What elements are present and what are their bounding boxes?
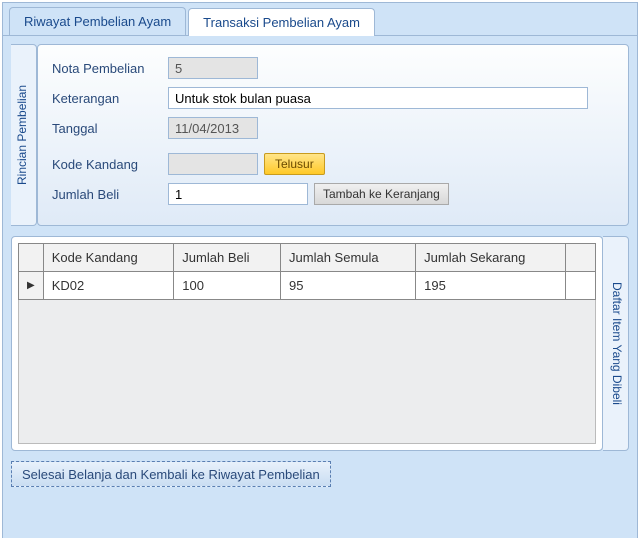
- row-indicator-icon: ▶: [19, 272, 44, 300]
- col-spacer: [566, 244, 596, 272]
- label-kode-kandang: Kode Kandang: [52, 157, 162, 172]
- daftar-body: Kode Kandang Jumlah Beli Jumlah Semula J…: [11, 236, 603, 451]
- tab-bar: Riwayat Pembelian Ayam Transaksi Pembeli…: [3, 3, 637, 36]
- col-jumlah-semula: Jumlah Semula: [281, 244, 416, 272]
- cell-jumlah-beli: 100: [174, 272, 281, 300]
- panel-daftar: Kode Kandang Jumlah Beli Jumlah Semula J…: [11, 236, 629, 451]
- input-tanggal: [168, 117, 258, 139]
- col-rowhead: [19, 244, 44, 272]
- tab-history[interactable]: Riwayat Pembelian Ayam: [9, 7, 186, 35]
- cell-jumlah-sekarang: 195: [416, 272, 566, 300]
- panel-rincian: Rincian Pembelian Nota Pembelian Keteran…: [11, 44, 629, 226]
- input-keterangan[interactable]: [168, 87, 588, 109]
- tambah-keranjang-button[interactable]: Tambah ke Keranjang: [314, 183, 449, 205]
- finish-button[interactable]: Selesai Belanja dan Kembali ke Riwayat P…: [11, 461, 331, 487]
- grid-empty-area: [18, 300, 596, 444]
- sidetab-daftar[interactable]: Daftar Item Yang Dibeli: [603, 236, 629, 451]
- label-keterangan: Keterangan: [52, 91, 162, 106]
- col-kode-kandang: Kode Kandang: [43, 244, 174, 272]
- tab-transaction[interactable]: Transaksi Pembelian Ayam: [188, 8, 375, 36]
- cell-spacer: [566, 272, 596, 300]
- label-nota: Nota Pembelian: [52, 61, 162, 76]
- input-nota: [168, 57, 258, 79]
- cell-kode-kandang: KD02: [43, 272, 174, 300]
- col-jumlah-beli: Jumlah Beli: [174, 244, 281, 272]
- input-kode-kandang: [168, 153, 258, 175]
- cell-jumlah-semula: 95: [281, 272, 416, 300]
- col-jumlah-sekarang: Jumlah Sekarang: [416, 244, 566, 272]
- table-row[interactable]: ▶ KD02 100 95 195: [19, 272, 596, 300]
- app-window: Riwayat Pembelian Ayam Transaksi Pembeli…: [2, 2, 638, 538]
- content-area: Rincian Pembelian Nota Pembelian Keteran…: [3, 36, 637, 538]
- rincian-body: Nota Pembelian Keterangan Tanggal Kode K…: [37, 44, 629, 226]
- sidetab-rincian[interactable]: Rincian Pembelian: [11, 44, 37, 226]
- label-jumlah-beli: Jumlah Beli: [52, 187, 162, 202]
- input-jumlah-beli[interactable]: [168, 183, 308, 205]
- items-table[interactable]: Kode Kandang Jumlah Beli Jumlah Semula J…: [18, 243, 596, 300]
- telusur-button[interactable]: Telusur: [264, 153, 325, 175]
- label-tanggal: Tanggal: [52, 121, 162, 136]
